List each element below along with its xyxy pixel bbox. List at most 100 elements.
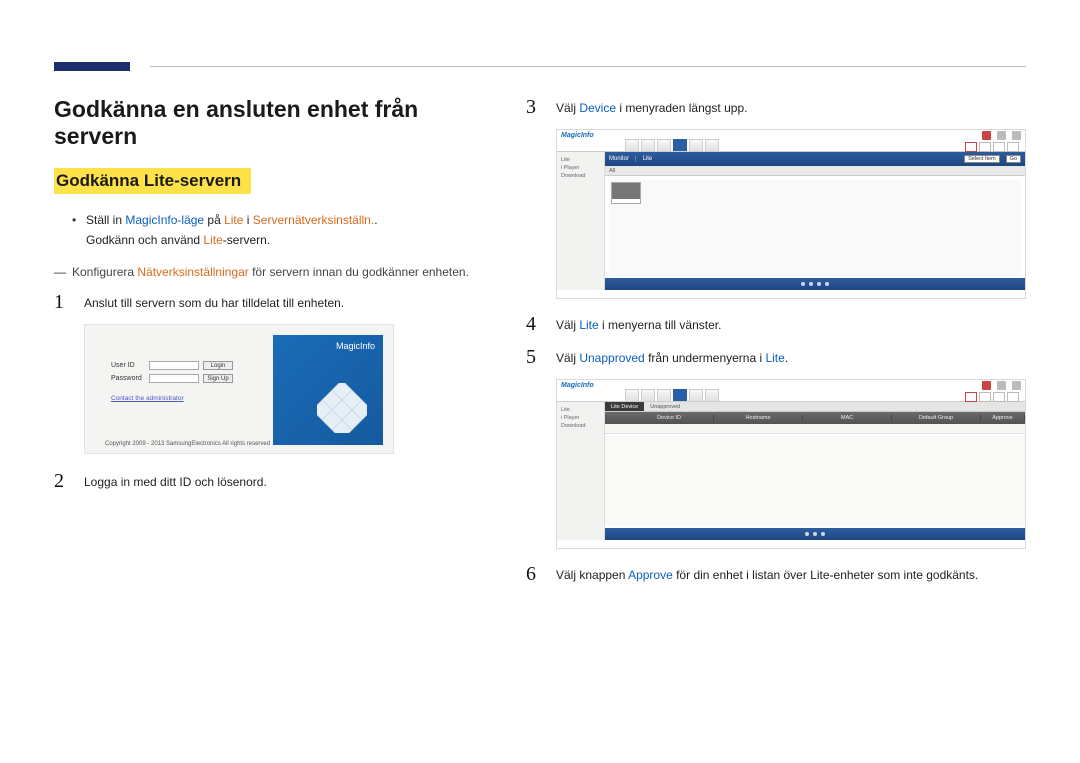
text: från undermenyerna i: [645, 351, 766, 365]
section-title: Godkänna Lite-servern: [54, 168, 251, 194]
sidebar-item[interactable]: Download: [559, 422, 602, 430]
password-label: Password: [111, 375, 145, 382]
header-rule: [150, 66, 1026, 67]
app-body: Lite i Player Download Lite Device Unapp…: [557, 402, 1025, 540]
toolbar-icon[interactable]: [625, 139, 639, 151]
sidebar-item[interactable]: Lite: [559, 406, 602, 414]
header-accent-bar: [54, 62, 130, 71]
go-button[interactable]: Go: [1006, 155, 1021, 163]
app-main: Lite Device Unapproved Device ID Hostnam…: [605, 402, 1025, 540]
text: Välj: [556, 101, 579, 115]
page-dot[interactable]: [813, 532, 817, 536]
toolbar-icon-device[interactable]: [673, 139, 687, 151]
text: .: [785, 351, 788, 365]
text: i menyerna till vänster.: [599, 318, 722, 332]
sidebar-item[interactable]: i Player: [559, 414, 602, 422]
text: i: [243, 213, 252, 227]
text: Välj knappen: [556, 568, 628, 582]
step-number: 5: [526, 346, 540, 369]
brand-label: MagicInfo: [336, 341, 375, 351]
app-toolbar: [557, 140, 1025, 152]
bullet-line-2: Godkänn och använd Lite-servern.: [72, 230, 486, 250]
step-number: 4: [526, 313, 540, 336]
td-cell: [625, 424, 714, 433]
step-number: 6: [526, 563, 540, 586]
status-icon: [965, 142, 977, 152]
user-id-input[interactable]: [149, 361, 199, 370]
toolbar-icon[interactable]: [641, 139, 655, 151]
toolbar-icon[interactable]: [625, 389, 639, 401]
toolbar-icon[interactable]: [657, 389, 671, 401]
sidebar-item[interactable]: i Player: [559, 164, 602, 172]
td-cell: [714, 424, 803, 433]
text: -servern.: [223, 233, 270, 247]
login-row-pass: Password Sign Up: [111, 374, 251, 383]
device-thumbnail[interactable]: [611, 182, 641, 204]
step-2: 2 Logga in med ditt ID och lösenord.: [54, 470, 486, 493]
toolbar-icon-device[interactable]: [673, 389, 687, 401]
status-icon: [1007, 392, 1019, 402]
step-number: 1: [54, 291, 68, 314]
page-dot[interactable]: [801, 282, 805, 286]
bullet-line-1: Ställ in MagicInfo-läge på Lite i Server…: [72, 210, 486, 230]
app-screenshot-1: MagicInfo: [556, 129, 1026, 299]
page-dot[interactable]: [821, 532, 825, 536]
login-card: User ID Login Password Sign Up Contact t…: [111, 361, 251, 402]
page-dot[interactable]: [805, 532, 809, 536]
app-sidebar: Lite i Player Download: [557, 402, 605, 540]
alert-icon: [982, 381, 991, 390]
toolbar-icon[interactable]: [689, 389, 703, 401]
login-button[interactable]: Login: [203, 361, 233, 370]
sidebar-item[interactable]: Lite: [559, 156, 602, 164]
th-approve: Approve: [981, 415, 1025, 421]
highlight-device: Device: [579, 101, 616, 115]
column-left: Godkänna en ansluten enhet från servern …: [54, 96, 486, 596]
th-device-id: Device ID: [625, 415, 714, 421]
app-toolbar: [557, 390, 1025, 402]
step-number: 2: [54, 470, 68, 493]
status-icon: [979, 392, 991, 402]
signup-button[interactable]: Sign Up: [203, 374, 233, 383]
toolbar-icon[interactable]: [657, 139, 671, 151]
settings-icon: [1012, 381, 1021, 390]
table-header: Device ID Hostname MAC Default Group App…: [605, 412, 1025, 424]
brand-panel: MagicInfo: [273, 335, 383, 445]
app-screenshot-2: MagicInfo: [556, 379, 1026, 549]
sidebar-item[interactable]: Download: [559, 172, 602, 180]
contact-admin-link[interactable]: Contact the administrator: [111, 395, 251, 402]
highlight-netsettings: Nätverksinställningar: [137, 265, 248, 279]
tab-unapproved[interactable]: Unapproved: [644, 402, 686, 411]
toolbar-icon[interactable]: [705, 389, 719, 401]
blue-label: Monitor: [609, 156, 629, 162]
select-dropdown[interactable]: Select Item: [964, 155, 1000, 163]
step-text: Logga in med ditt ID och lösenord.: [84, 470, 267, 489]
status-icon: [979, 142, 991, 152]
td-checkbox[interactable]: [605, 424, 625, 433]
page-dot[interactable]: [809, 282, 813, 286]
app-footer: [605, 278, 1025, 290]
filter-all[interactable]: All: [609, 168, 615, 174]
sub-filter-bar: All: [605, 166, 1025, 176]
th-group: Default Group: [892, 415, 981, 421]
step-1: 1 Anslut till servern som du har tilldel…: [54, 291, 486, 314]
highlight-lite: Lite: [765, 351, 784, 365]
blue-label: Lite: [643, 156, 653, 162]
step-5: 5 Välj Unapproved från undermenyerna i L…: [526, 346, 1026, 369]
password-input[interactable]: [149, 374, 199, 383]
page-dot[interactable]: [817, 282, 821, 286]
highlight-lite: Lite: [203, 233, 222, 247]
tab-lite-device[interactable]: Lite Device: [605, 402, 644, 411]
table-row[interactable]: [605, 424, 1025, 434]
text: Välj: [556, 351, 579, 365]
td-approve[interactable]: [981, 424, 1025, 433]
toolbar-icon[interactable]: [689, 139, 703, 151]
toolbar-icon[interactable]: [641, 389, 655, 401]
page-dot[interactable]: [825, 282, 829, 286]
text: Konfigurera: [72, 265, 137, 279]
step-text: Anslut till servern som du har tilldelat…: [84, 291, 344, 310]
toolbar-icon[interactable]: [705, 139, 719, 151]
login-screenshot: User ID Login Password Sign Up Contact t…: [84, 324, 394, 454]
table-empty: [605, 436, 1025, 526]
copyright-text: Copyright 2009 - 2013 SamsungElectronics…: [105, 441, 270, 447]
bullet-block: Ställ in MagicInfo-läge på Lite i Server…: [72, 210, 486, 251]
